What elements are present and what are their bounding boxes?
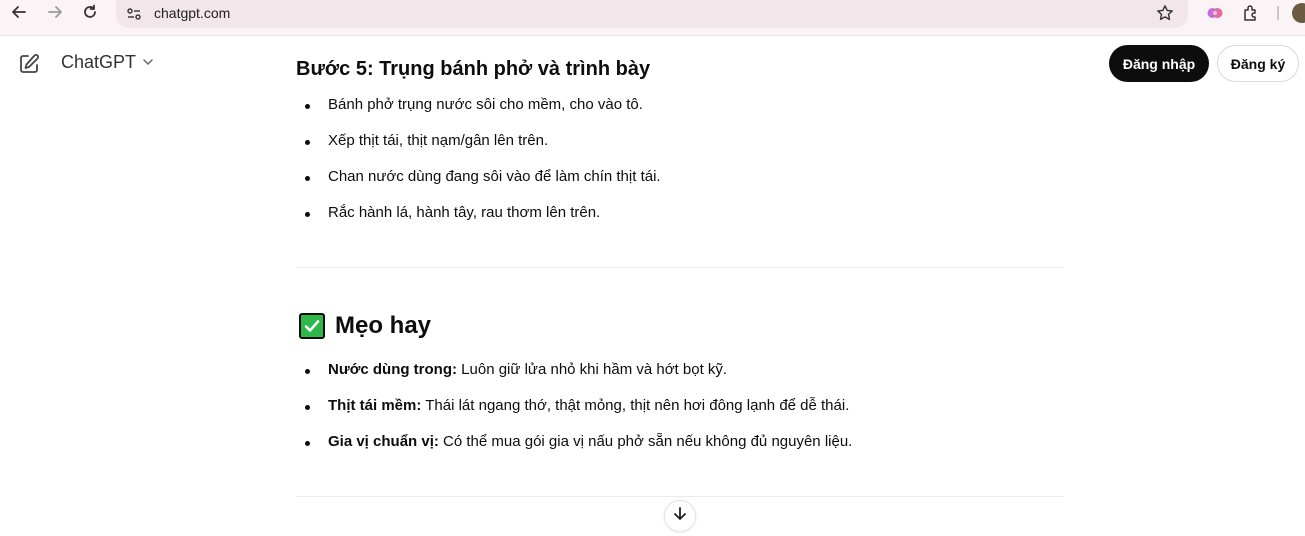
address-bar[interactable]: chatgpt.com (116, 0, 1188, 28)
extensions-puzzle-icon[interactable] (1241, 3, 1261, 23)
new-chat-edit-icon[interactable] (18, 53, 40, 75)
url-text[interactable]: chatgpt.com (154, 5, 230, 21)
check-mark-icon (299, 313, 325, 339)
extension-brain-icon[interactable] (1205, 3, 1225, 23)
list-item: Gia vị chuẩn vị: Có thể mua gói gia vị n… (304, 433, 853, 450)
profile-avatar[interactable] (1292, 3, 1305, 23)
browser-toolbar: chatgpt.com (0, 0, 1305, 36)
tip-text: Thái lát ngang thớ, thật mỏng, thịt nên … (421, 397, 850, 414)
list-item: Thịt tái mềm: Thái lát ngang thớ, thật m… (304, 397, 850, 414)
list-item: Nước dùng trong: Luôn giữ lửa nhỏ khi hầ… (304, 361, 728, 378)
list-item: Xếp thịt tái, thịt nạm/gân lên trên. (304, 132, 549, 149)
tip-text: Luôn giữ lửa nhỏ khi hầm và hớt bọt kỹ. (457, 361, 728, 378)
forward-arrow-icon[interactable] (45, 2, 65, 22)
toolbar-divider (1277, 6, 1279, 20)
site-settings-icon[interactable] (126, 6, 142, 27)
scroll-down-button[interactable] (664, 500, 696, 532)
list-item: Chan nước dùng đang sôi vào để làm chín … (305, 168, 661, 185)
tips-heading: Mẹo hay (299, 312, 431, 340)
tips-heading-text: Mẹo hay (335, 312, 432, 339)
signup-button[interactable]: Đăng ký (1217, 45, 1299, 82)
model-picker[interactable]: ChatGPT (61, 52, 154, 73)
chevron-down-icon (142, 52, 154, 73)
back-arrow-icon[interactable] (9, 2, 29, 22)
reload-icon[interactable] (80, 2, 100, 22)
list-item: Rắc hành lá, hành tây, rau thơm lên trên… (304, 204, 601, 221)
login-button[interactable]: Đăng nhập (1109, 45, 1209, 82)
list-item: Bánh phở trụng nước sôi cho mềm, cho vào… (305, 96, 643, 113)
tip-label: Gia vị chuẩn vị: (328, 433, 439, 450)
arrow-down-icon (672, 506, 688, 527)
tip-text: Có thể mua gói gia vị nấu phở sẵn nếu kh… (438, 433, 853, 450)
divider (296, 496, 1064, 497)
model-picker-label: ChatGPT (61, 52, 137, 72)
bookmark-star-icon[interactable] (1156, 4, 1174, 27)
tip-label: Nước dùng trong: (328, 361, 458, 378)
tip-label: Thịt tái mềm: (328, 397, 422, 414)
divider (296, 267, 1064, 268)
step5-heading: Bước 5: Trụng bánh phở và trình bày (296, 58, 651, 80)
